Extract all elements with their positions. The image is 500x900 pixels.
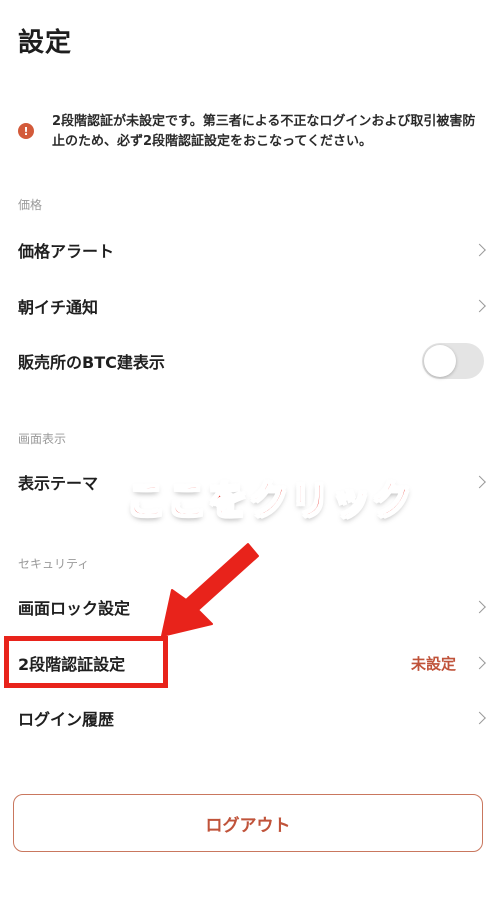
two-factor-status: 未設定 (410, 654, 456, 673)
btc-display-row: 販売所のBTC建表示 (0, 333, 500, 389)
display-theme-label: 表示テーマ (18, 474, 99, 493)
page-title: 設定 (18, 28, 73, 58)
btc-display-toggle[interactable] (422, 343, 484, 379)
warning-text: 2段階認証が未設定です。第三者による不正なログインおよび取引被害防止のため、必ず… (52, 114, 476, 149)
chevron-right-icon (473, 656, 486, 670)
price-alert-row[interactable]: 価格アラート (0, 222, 500, 278)
morning-notification-label: 朝イチ通知 (18, 298, 99, 317)
toggle-knob (424, 345, 456, 377)
section-label-display: 画面表示 (18, 432, 67, 446)
red-arrow-icon (161, 543, 259, 637)
chevron-right-icon (473, 475, 486, 489)
section-label-security: セキュリティ (18, 557, 90, 571)
two-factor-warning: ! 2段階認証が未設定です。第三者による不正なログインおよび取引被害防止のため、… (18, 112, 483, 152)
highlight-box (4, 636, 168, 688)
morning-notification-row[interactable]: 朝イチ通知 (0, 278, 500, 334)
screen-lock-label: 画面ロック設定 (18, 599, 131, 618)
login-history-label: ログイン履歴 (18, 710, 115, 729)
section-label-price: 価格 (18, 198, 43, 212)
chevron-right-icon (473, 600, 486, 614)
btc-display-label: 販売所のBTC建表示 (18, 353, 165, 372)
alert-circle-icon: ! (18, 123, 34, 139)
login-history-row[interactable]: ログイン履歴 (0, 690, 500, 746)
chevron-right-icon (473, 243, 486, 257)
price-alert-label: 価格アラート (18, 242, 115, 261)
chevron-right-icon (473, 711, 486, 725)
click-here-callout: ここをクリック (125, 477, 413, 525)
logout-button[interactable]: ログアウト (13, 794, 483, 852)
chevron-right-icon (473, 299, 486, 313)
